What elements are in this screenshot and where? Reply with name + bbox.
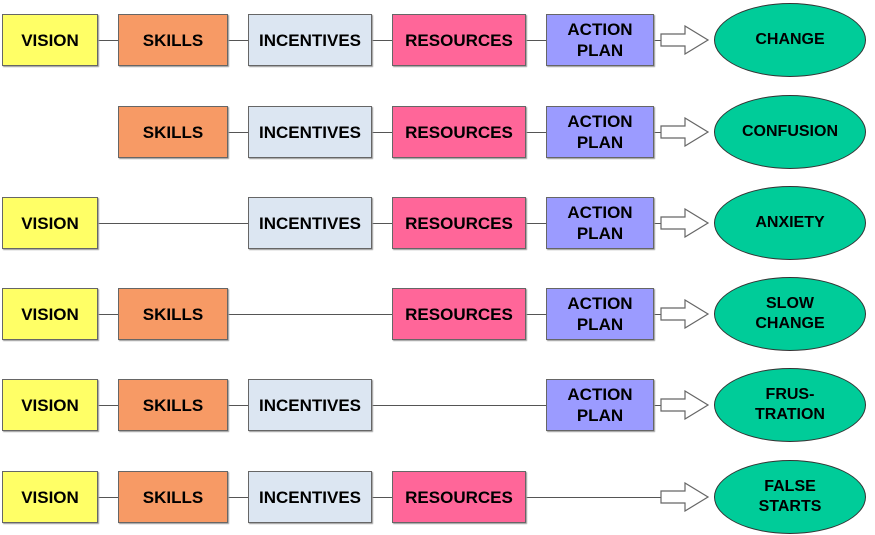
outcome-label: TRATION <box>755 406 825 423</box>
outcome-label: CHANGE <box>755 315 825 332</box>
connector-line <box>372 40 392 41</box>
action-label: ACTION <box>567 385 633 404</box>
action-label: ACTION <box>567 294 633 313</box>
plan-label: PLAN <box>576 315 624 334</box>
outcome-ellipse: FALSE STARTS <box>714 460 866 534</box>
outcome-label: CHANGE <box>755 31 825 48</box>
outcome-label: SLOW <box>766 295 814 312</box>
action-plan-box: ACTION PLAN <box>546 197 654 249</box>
vision-box: VISION <box>2 471 98 523</box>
action-plan-box: ACTION PLAN <box>546 288 654 340</box>
connector-line <box>228 132 248 133</box>
outcome-label: CONFUSION <box>742 123 838 140</box>
connector-line <box>372 223 392 224</box>
connector-line <box>98 314 118 315</box>
outcome-ellipse: CHANGE <box>714 3 866 77</box>
incentives-box: INCENTIVES <box>248 106 372 158</box>
outcome-label: FALSE <box>764 478 816 495</box>
resources-box: RESOURCES <box>392 471 526 523</box>
action-plan-box: ACTION PLAN <box>546 106 654 158</box>
connector-line <box>228 405 248 406</box>
connector-line <box>98 405 118 406</box>
block-arrow-icon <box>660 208 710 238</box>
connector-line <box>98 40 118 41</box>
connector-line <box>98 223 248 224</box>
outcome-label: ANXIETY <box>755 214 825 231</box>
block-arrow-icon <box>660 390 710 420</box>
plan-label: PLAN <box>576 224 624 243</box>
outcome-label: FRUS- <box>765 386 815 403</box>
incentives-box: INCENTIVES <box>248 379 372 431</box>
connector-line <box>526 497 661 498</box>
outcome-label: STARTS <box>758 498 822 515</box>
connector-line <box>372 405 546 406</box>
vision-box: VISION <box>2 197 98 249</box>
action-label: ACTION <box>567 203 633 222</box>
skills-box: SKILLS <box>118 379 228 431</box>
skills-box: SKILLS <box>118 14 228 66</box>
action-plan-box: ACTION PLAN <box>546 379 654 431</box>
vision-box: VISION <box>2 379 98 431</box>
vision-box: VISION <box>2 14 98 66</box>
block-arrow-icon <box>660 299 710 329</box>
action-label: ACTION <box>567 112 633 131</box>
action-label: ACTION <box>567 20 633 39</box>
connector-line <box>526 314 546 315</box>
skills-box: SKILLS <box>118 288 228 340</box>
vision-box: VISION <box>2 288 98 340</box>
plan-label: PLAN <box>576 41 624 60</box>
connector-line <box>372 132 392 133</box>
outcome-ellipse: FRUS- TRATION <box>714 368 866 442</box>
incentives-box: INCENTIVES <box>248 197 372 249</box>
plan-label: PLAN <box>576 133 624 152</box>
action-plan-box: ACTION PLAN <box>546 14 654 66</box>
change-model-diagram: VISION SKILLS INCENTIVES RESOURCES ACTION PLA… <box>0 0 875 535</box>
outcome-ellipse: ANXIETY <box>714 186 866 260</box>
outcome-ellipse: SLOW CHANGE <box>714 277 866 351</box>
connector-line <box>228 497 248 498</box>
connector-line <box>228 40 248 41</box>
plan-label: PLAN <box>576 406 624 425</box>
outcome-ellipse: CONFUSION <box>714 95 866 169</box>
skills-box: SKILLS <box>118 471 228 523</box>
incentives-box: INCENTIVES <box>248 471 372 523</box>
resources-box: RESOURCES <box>392 197 526 249</box>
incentives-box: INCENTIVES <box>248 14 372 66</box>
block-arrow-icon <box>660 482 710 512</box>
connector-line <box>372 497 392 498</box>
resources-box: RESOURCES <box>392 288 526 340</box>
connector-line <box>526 132 546 133</box>
connector-line <box>98 497 118 498</box>
block-arrow-icon <box>660 25 710 55</box>
connector-line <box>228 314 392 315</box>
connector-line <box>526 223 546 224</box>
connector-line <box>526 40 546 41</box>
resources-box: RESOURCES <box>392 14 526 66</box>
resources-box: RESOURCES <box>392 106 526 158</box>
skills-box: SKILLS <box>118 106 228 158</box>
block-arrow-icon <box>660 117 710 147</box>
